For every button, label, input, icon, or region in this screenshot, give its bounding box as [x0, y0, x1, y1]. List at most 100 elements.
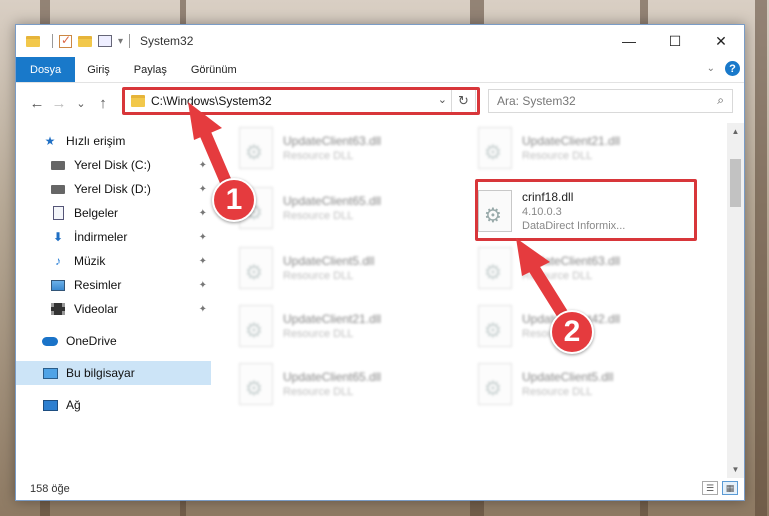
chevron-down-icon[interactable]: ▾ [118, 36, 123, 47]
close-button[interactable]: ✕ [698, 25, 744, 57]
drive-icon [50, 182, 66, 196]
sidebar-item-downloads[interactable]: ⬇ İndirmeler ✦ [16, 225, 211, 249]
download-icon: ⬇ [52, 230, 64, 244]
step-badge-1: 1 [212, 178, 256, 222]
sidebar-item-onedrive[interactable]: OneDrive [16, 329, 211, 353]
expand-ribbon-icon[interactable]: ⌄ [707, 63, 715, 74]
this-pc-icon [42, 366, 58, 380]
star-icon: ★ [44, 134, 56, 148]
scroll-down-icon[interactable]: ▼ [727, 461, 744, 478]
file-tile[interactable]: UpdateClient63.dll Resource DLL [478, 243, 688, 293]
tab-view[interactable]: Görünüm [179, 57, 249, 82]
dll-file-icon [239, 127, 273, 169]
file-list: UpdateClient63.dll Resource DLL UpdateCli… [211, 123, 744, 478]
file-type: Resource DLL [522, 150, 593, 162]
tab-file[interactable]: Dosya [16, 57, 76, 82]
search-icon[interactable]: ⌕ [717, 93, 724, 108]
search-input[interactable]: Ara: System32 ⌕ [488, 89, 733, 113]
ribbon-tabs: Dosya Giriş Paylaş Görünüm ⌄ ? [16, 57, 744, 83]
search-placeholder: Ara: System32 [497, 94, 576, 108]
tiles-view-icon[interactable]: ▦ [722, 481, 738, 495]
dll-file-icon [478, 247, 512, 289]
item-count: 158 öğe [30, 483, 70, 495]
document-icon [50, 206, 66, 220]
sidebar-item-local-disk-d[interactable]: Yerel Disk (D:) ✦ [16, 177, 211, 201]
explorer-window: ▾ System32 — ☐ ✕ Dosya Giriş Paylaş Görü… [15, 24, 745, 501]
file-type: Resource DLL [283, 270, 354, 282]
file-tile[interactable]: UpdateClient63.dll Resource DLL [239, 123, 449, 173]
file-tile[interactable]: UpdateClient21.dll Resource DLL [478, 123, 688, 173]
file-tile[interactable]: UpdateClient21.dll Resource DLL [239, 301, 449, 351]
back-button[interactable]: ← [26, 95, 48, 112]
pictures-icon [50, 278, 66, 292]
details-view-icon[interactable]: ☰ [702, 481, 718, 495]
sidebar-item-network[interactable]: Ağ [16, 393, 211, 417]
vertical-scrollbar[interactable]: ▲ ▼ [727, 123, 744, 478]
sidebar-item-videos[interactable]: Videolar ✦ [16, 297, 211, 321]
file-tile[interactable]: UpdateClient65.dll Resource DLL [239, 359, 449, 409]
window-title: System32 [140, 34, 194, 48]
file-type: Resource DLL [283, 150, 354, 162]
pin-icon[interactable]: ✦ [199, 160, 207, 171]
sidebar-item-label: Yerel Disk (D:) [74, 182, 151, 196]
onedrive-icon [42, 334, 58, 348]
sidebar-item-documents[interactable]: Belgeler ✦ [16, 201, 211, 225]
sidebar-item-label: Videolar [74, 302, 118, 316]
sidebar-item-this-pc[interactable]: Bu bilgisayar [16, 361, 211, 385]
window-controls: — ☐ ✕ [606, 25, 744, 57]
file-tile[interactable]: UpdateClient65.dll Resource DLL [239, 183, 449, 233]
new-folder-icon[interactable] [78, 35, 92, 47]
sidebar-item-label: Hızlı erişim [66, 134, 126, 148]
sidebar-item-quick-access[interactable]: ★ Hızlı erişim [16, 129, 211, 153]
view-switcher: ☰ ▦ [702, 481, 738, 495]
forward-button[interactable]: → [48, 95, 70, 112]
ribbon-right: ⌄ ? [707, 61, 740, 76]
drive-icon [50, 158, 66, 172]
sidebar-item-label: Bu bilgisayar [66, 366, 135, 380]
pin-icon[interactable]: ✦ [199, 184, 207, 195]
dll-file-icon [239, 247, 273, 289]
file-tile[interactable]: UpdateClient5.dll Resource DLL [239, 243, 449, 293]
sidebar-item-label: Ağ [66, 398, 81, 412]
dll-file-icon [239, 363, 273, 405]
file-name: UpdateClient63.dll [283, 134, 382, 148]
pin-icon[interactable]: ✦ [199, 304, 207, 315]
scroll-thumb[interactable] [730, 159, 741, 207]
up-button[interactable]: ↑ [92, 95, 114, 112]
file-name: UpdateClient65.dll [283, 370, 382, 384]
sidebar-item-pictures[interactable]: Resimler ✦ [16, 273, 211, 297]
folder-icon[interactable] [26, 35, 40, 47]
pin-icon[interactable]: ✦ [199, 232, 207, 243]
step-badge-2: 2 [550, 310, 594, 354]
sidebar-item-label: OneDrive [66, 334, 117, 348]
file-name: UpdateClient65.dll [283, 194, 382, 208]
file-type: Resource DLL [522, 270, 593, 282]
sidebar-item-music[interactable]: ♪ Müzik ✦ [16, 249, 211, 273]
background-tree [755, 0, 767, 516]
file-name: UpdateClient21.dll [522, 134, 621, 148]
file-name: UpdateClient5.dll [283, 254, 375, 268]
address-highlight-box [122, 87, 480, 115]
customize-quick-access-icon[interactable] [98, 35, 112, 47]
sidebar-item-label: İndirmeler [74, 230, 128, 244]
file-highlight-box [475, 179, 697, 241]
pin-icon[interactable]: ✦ [199, 256, 207, 267]
file-name: UpdateClient21.dll [283, 312, 382, 326]
pin-icon[interactable]: ✦ [199, 280, 207, 291]
recent-locations-button[interactable]: ⌄ [70, 97, 92, 110]
divider [52, 34, 53, 48]
sidebar-item-label: Resimler [74, 278, 122, 292]
sidebar-item-label: Yerel Disk (C:) [74, 158, 151, 172]
help-icon[interactable]: ? [725, 61, 740, 76]
tab-share[interactable]: Paylaş [122, 57, 179, 82]
maximize-button[interactable]: ☐ [652, 25, 698, 57]
pin-icon[interactable]: ✦ [199, 208, 207, 219]
sidebar-item-local-disk-c[interactable]: Yerel Disk (C:) ✦ [16, 153, 211, 177]
tab-home[interactable]: Giriş [75, 57, 122, 82]
minimize-button[interactable]: — [606, 25, 652, 57]
navigation-bar: ← → ⌄ ↑ C:\Windows\System32 ⌄ ↻ Ara: Sys… [16, 83, 744, 123]
file-tile[interactable]: UpdateClient5.dll Resource DLL [478, 359, 688, 409]
properties-check-icon[interactable] [59, 33, 72, 48]
sidebar-item-label: Müzik [74, 254, 106, 268]
scroll-up-icon[interactable]: ▲ [727, 123, 744, 140]
